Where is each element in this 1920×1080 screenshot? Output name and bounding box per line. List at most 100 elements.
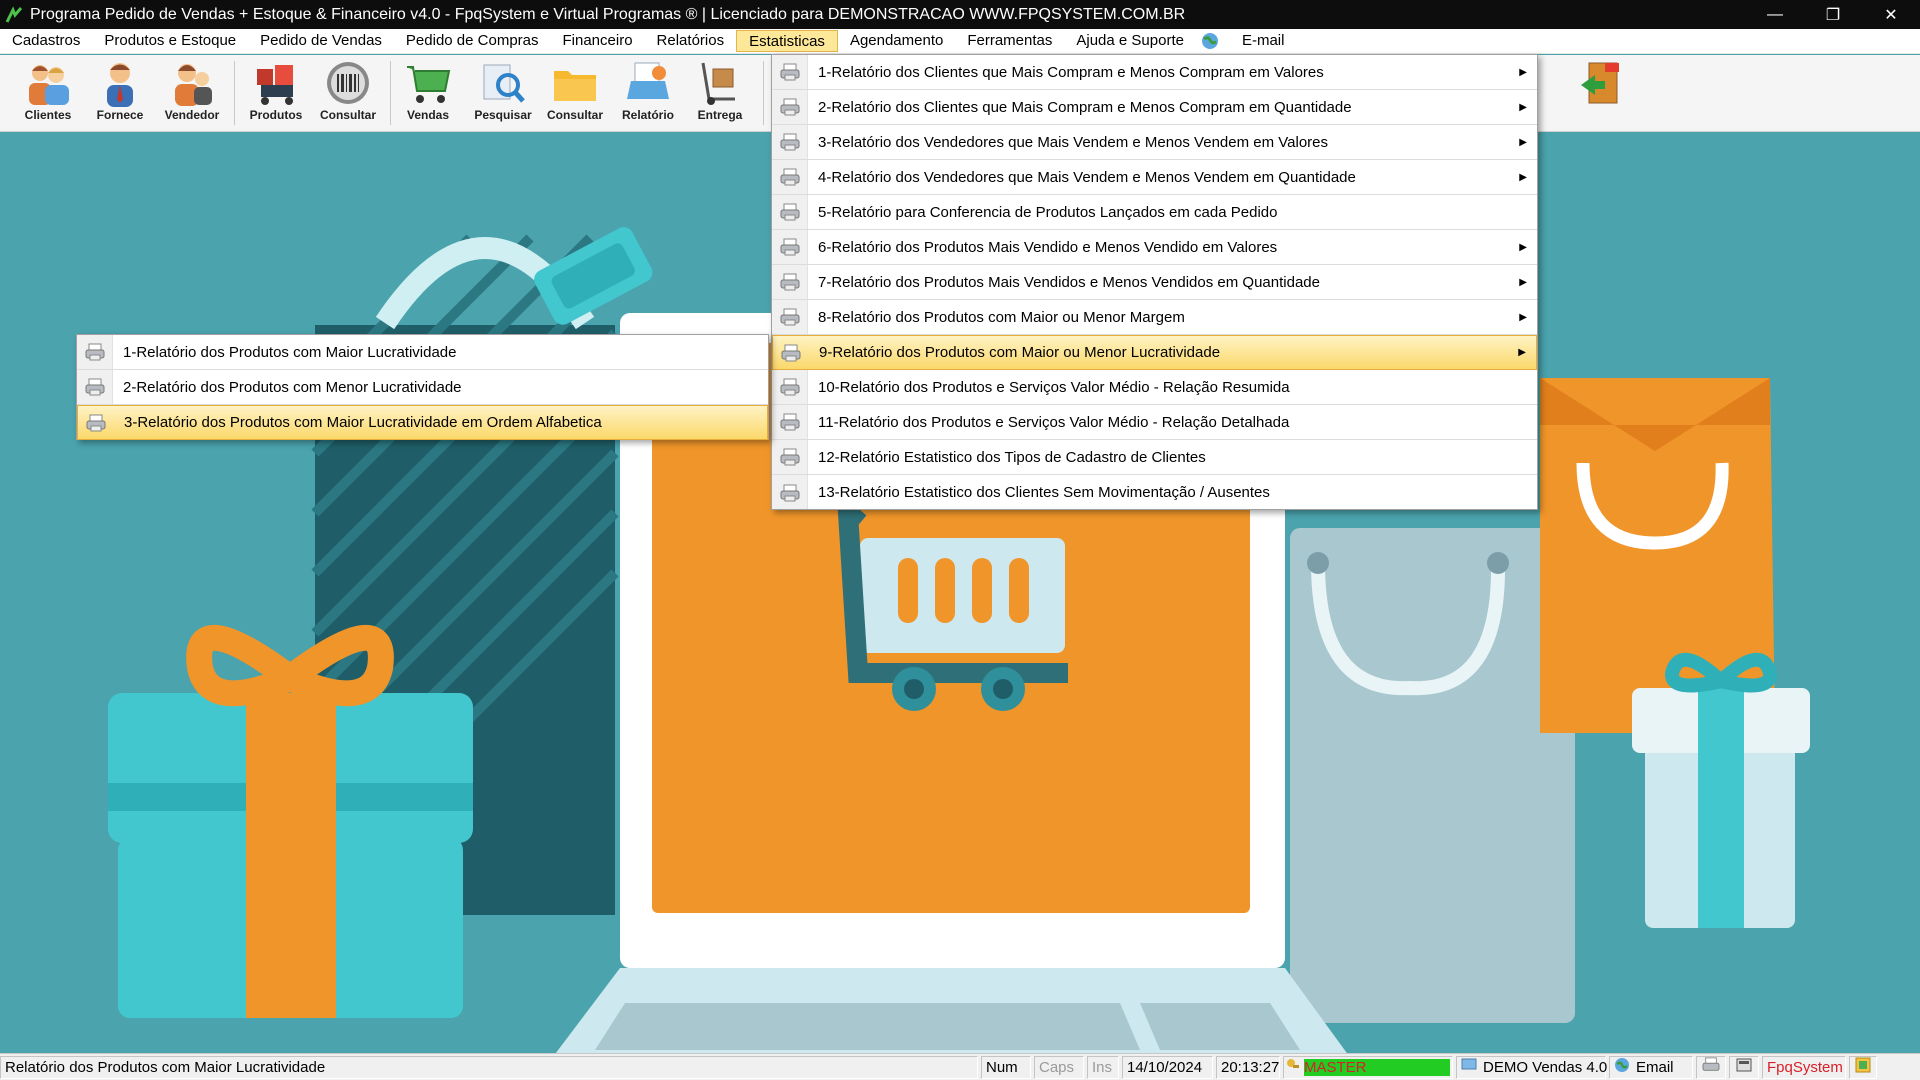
menu-item-label: 13-Relatório Estatistico dos Clientes Se…: [818, 484, 1270, 501]
menu-cadastros[interactable]: Cadastros: [0, 30, 92, 52]
toolbar-vendedor-button[interactable]: Vendedor: [157, 59, 227, 129]
cart-icon: [407, 66, 451, 103]
printer-icon: [77, 343, 113, 361]
app-logo-icon: [4, 5, 24, 25]
toolbar-separator: [234, 61, 235, 125]
toolbar-clientes-button[interactable]: Clientes: [13, 59, 83, 129]
menu-item-label: 12-Relatório Estatistico dos Tipos de Ca…: [818, 448, 1206, 466]
stats-menu-item-1[interactable]: 1-Relatório dos Clientes que Mais Compra…: [772, 55, 1537, 90]
globe-icon[interactable]: [1200, 31, 1220, 51]
calculator-icon: [1736, 1057, 1752, 1077]
toolbar-label: Relatório: [621, 108, 674, 122]
menu-item-label: 2-Relatório dos Clientes que Mais Compra…: [818, 98, 1352, 116]
exit-icon: [1581, 62, 1619, 104]
toolbar-entrega-button[interactable]: Entrega: [685, 59, 755, 129]
menu-ajuda-suporte[interactable]: Ajuda e Suporte: [1064, 30, 1196, 52]
stats-menu-item-6[interactable]: 6-Relatório dos Produtos Mais Vendido e …: [772, 230, 1537, 265]
status-version: DEMO Vendas 4.0: [1483, 1058, 1608, 1076]
minimize-button[interactable]: —: [1746, 0, 1804, 29]
menu-item-label: 2-Relatório dos Produtos com Menor Lucra…: [123, 378, 462, 396]
printer-icon: [772, 203, 808, 221]
toolbar-relatorio-button[interactable]: Relatório: [613, 59, 683, 129]
toolbar-label: Pesquisar: [474, 108, 532, 122]
submenu-item-3[interactable]: 3-Relatório dos Produtos com Maior Lucra…: [77, 405, 768, 440]
version-icon: [1461, 1058, 1477, 1076]
stats-menu-item-12[interactable]: 12-Relatório Estatistico dos Tipos de Ca…: [772, 440, 1537, 475]
toolbar-label: Fornece: [96, 108, 144, 122]
printer-icon: [772, 448, 808, 466]
printer-icon: [772, 308, 808, 326]
estatisticas-dropdown: 1-Relatório dos Clientes que Mais Compra…: [771, 54, 1538, 510]
status-email-cell[interactable]: Email: [1609, 1055, 1693, 1079]
close-button[interactable]: ✕: [1862, 0, 1920, 29]
printer-icon: [772, 98, 808, 116]
toolbar-label: Vendas: [406, 108, 450, 122]
toolbar-pesquisar-button[interactable]: Pesquisar: [468, 59, 538, 129]
menu-item-label: 4-Relatório dos Vendedores que Mais Vend…: [818, 168, 1356, 186]
stats-menu-item-7[interactable]: 7-Relatório dos Produtos Mais Vendidos e…: [772, 265, 1537, 300]
seller-icon: [175, 64, 212, 106]
menu-produtos-estoque[interactable]: Produtos e Estoque: [92, 30, 248, 52]
stats-menu-item-3[interactable]: 3-Relatório dos Vendedores que Mais Vend…: [772, 125, 1537, 160]
stats-menu-item-13[interactable]: 13-Relatório Estatistico dos Clientes Se…: [772, 475, 1537, 510]
lucratividade-submenu: 1-Relatório dos Produtos com Maior Lucra…: [76, 334, 769, 440]
stats-menu-item-10[interactable]: 10-Relatório dos Produtos e Serviços Val…: [772, 370, 1537, 405]
window-title: Programa Pedido de Vendas + Estoque & Fi…: [30, 5, 1186, 23]
menu-item-label: 8-Relatório dos Produtos com Maior ou Me…: [818, 308, 1185, 326]
menu-item-label: 1-Relatório dos Clientes que Mais Compra…: [818, 63, 1324, 81]
toolbar-label: Entrega: [697, 108, 743, 122]
menu-item-label: 1-Relatório dos Produtos com Maior Lucra…: [123, 343, 457, 361]
submenu-item-2[interactable]: 2-Relatório dos Produtos com Menor Lucra…: [77, 370, 768, 405]
stats-menu-item-4[interactable]: 4-Relatório dos Vendedores que Mais Vend…: [772, 160, 1537, 195]
stats-menu-item-5[interactable]: 5-Relatório para Conferencia de Produtos…: [772, 195, 1537, 230]
submenu-item-1[interactable]: 1-Relatório dos Produtos com Maior Lucra…: [77, 335, 768, 370]
user-key-icon: [1286, 1058, 1300, 1076]
submenu-arrow-icon: ▶: [1519, 276, 1527, 288]
status-email: Email: [1636, 1058, 1674, 1076]
restore-button[interactable]: ❐: [1804, 0, 1862, 29]
status-calculator-button[interactable]: [1729, 1055, 1759, 1079]
menu-pedido-vendas[interactable]: Pedido de Vendas: [248, 30, 394, 52]
toolbar-label: Vendedor: [164, 108, 220, 122]
submenu-arrow-icon: ▶: [1519, 136, 1527, 148]
status-ins: Ins: [1087, 1055, 1119, 1079]
handtruck-icon: [701, 62, 735, 105]
menu-estatisticas[interactable]: Estatisticas: [736, 30, 838, 52]
supplier-icon: [107, 63, 133, 107]
toolbar-separator: [390, 61, 391, 125]
status-tray-button[interactable]: [1849, 1055, 1877, 1079]
menu-relatorios[interactable]: Relatórios: [645, 30, 737, 52]
email-globe-icon: [1614, 1057, 1630, 1077]
menu-ferramentas[interactable]: Ferramentas: [955, 30, 1064, 52]
toolbar-label: Consultar: [546, 108, 603, 122]
stats-menu-item-2[interactable]: 2-Relatório dos Clientes que Mais Compra…: [772, 90, 1537, 125]
tray-icon: [1855, 1057, 1871, 1077]
menu-financeiro[interactable]: Financeiro: [551, 30, 645, 52]
toolbar-produtos-button[interactable]: Produtos: [241, 59, 311, 129]
toolbar-consultar-button[interactable]: Consultar: [313, 59, 383, 129]
printer-icon: [1702, 1057, 1720, 1077]
printer-icon: [772, 484, 808, 502]
menu-item-label: 11-Relatório dos Produtos e Serviços Val…: [818, 413, 1290, 431]
stats-menu-item-8[interactable]: 8-Relatório dos Produtos com Maior ou Me…: [772, 300, 1537, 335]
menu-item-label: 7-Relatório dos Produtos Mais Vendidos e…: [818, 273, 1320, 291]
menu-pedido-compras[interactable]: Pedido de Compras: [394, 30, 551, 52]
printer-icon: [773, 344, 809, 362]
toolbar-separator: [763, 61, 764, 125]
toolbar-vendas-button[interactable]: Vendas: [393, 59, 463, 129]
printer-icon: [772, 133, 808, 151]
status-user-cell: MASTER: [1283, 1055, 1453, 1079]
menu-email[interactable]: E-mail: [1230, 30, 1297, 52]
barcode-icon: [327, 62, 369, 104]
toolbar-exit-button[interactable]: [1565, 59, 1635, 129]
stats-menu-item-9[interactable]: 9-Relatório dos Produtos com Maior ou Me…: [772, 335, 1537, 370]
toolbar-consultar-folder-button[interactable]: Consultar: [540, 59, 610, 129]
status-printer-button[interactable]: [1696, 1055, 1726, 1079]
menu-agendamento[interactable]: Agendamento: [838, 30, 955, 52]
menu-bar: Cadastros Produtos e Estoque Pedido de V…: [0, 29, 1920, 54]
toolbar-fornece-button[interactable]: Fornece: [85, 59, 155, 129]
stats-menu-item-11[interactable]: 11-Relatório dos Produtos e Serviços Val…: [772, 405, 1537, 440]
clients-icon: [29, 65, 69, 105]
submenu-arrow-icon: ▶: [1519, 311, 1527, 323]
status-brand: FpqSystem: [1762, 1055, 1846, 1079]
